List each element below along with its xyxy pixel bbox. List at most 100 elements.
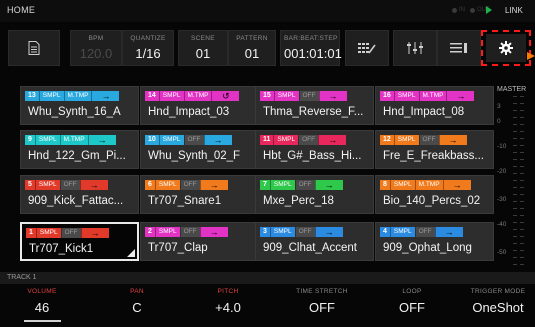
param-label: TRIGGER MODE bbox=[470, 288, 526, 295]
pad-sample-name: Hnd_Impact_03 bbox=[148, 106, 230, 118]
pad-number: 2 bbox=[145, 227, 155, 237]
scene-value: 01 bbox=[195, 46, 211, 61]
screen-title: HOME bbox=[7, 5, 36, 15]
bpm-field[interactable]: BPM 120.0 bbox=[70, 30, 122, 66]
playback-direction-icon: ↺ bbox=[211, 91, 240, 101]
pad-15[interactable]: 15 SMPL OFF → Thma_Reverse_F... bbox=[255, 86, 374, 125]
pad-mode-tag: OFF bbox=[294, 227, 315, 237]
pad-4[interactable]: 4 SMPL OFF → 909_Ophat_Long bbox=[375, 222, 494, 261]
param-trigger-mode[interactable]: TRIGGER MODE OneShot bbox=[463, 288, 533, 315]
pad-number: 4 bbox=[380, 227, 390, 237]
pad-9[interactable]: 9 SMPL M.TMP → Hnd_122_Gm_Pi... bbox=[20, 130, 139, 169]
param-volume[interactable]: VOLUME 46 bbox=[2, 288, 82, 315]
pad-11[interactable]: 11 SMPL OFF → Hbt_G#_Bass_Hi... bbox=[255, 130, 374, 169]
pad-number: 14 bbox=[145, 91, 159, 101]
quantize-value: 1/16 bbox=[135, 46, 161, 61]
pad-number: 7 bbox=[260, 180, 270, 190]
grid-edit-icon bbox=[358, 43, 376, 54]
pad-mode-tag: OFF bbox=[183, 135, 204, 145]
pad-sample-name: Hbt_G#_Bass_Hi... bbox=[263, 150, 362, 162]
pad-number: 11 bbox=[260, 135, 274, 145]
pad-type-tag: SMPL bbox=[269, 227, 295, 237]
param-pan[interactable]: PAN C bbox=[97, 288, 177, 315]
meter-tick: -20 bbox=[497, 168, 507, 175]
pad-1[interactable]: 1 SMPL OFF → Tr707_Kick1 bbox=[20, 222, 139, 261]
scene-label: SCENE bbox=[191, 35, 215, 42]
pad-7[interactable]: 7 SMPL OFF → Mxe_Perc_18 bbox=[255, 175, 374, 214]
track-label: TRACK 1 bbox=[7, 274, 37, 281]
pad-tags: 4 SMPL OFF → bbox=[380, 227, 463, 237]
midi-in-indicator-icon bbox=[452, 8, 457, 13]
browse-button[interactable] bbox=[8, 30, 60, 66]
file-icon bbox=[28, 41, 40, 55]
pad-number: 5 bbox=[25, 180, 35, 190]
pointer-arrow-icon bbox=[527, 52, 535, 60]
pad-10[interactable]: 10 SMPL OFF → Whu_Synth_02_F bbox=[140, 130, 259, 169]
quantize-field[interactable]: QUANTIZE 1/16 bbox=[122, 30, 174, 66]
top-bar: HOME IN OUT LINK bbox=[0, 0, 535, 22]
pad-sample-name: 909_Ophat_Long bbox=[383, 242, 472, 254]
param-loop[interactable]: LOOP OFF bbox=[372, 288, 452, 315]
position-label: BAR:BEAT:STEP bbox=[284, 35, 338, 42]
param-label: VOLUME bbox=[27, 288, 57, 295]
pad-mode-tag: OFF bbox=[298, 91, 319, 101]
param-value: +4.0 bbox=[215, 300, 241, 315]
pad-type-tag: SMPL bbox=[154, 180, 180, 190]
pad-type-tag: SMPL bbox=[35, 228, 61, 238]
pad-type-tag: SMPL bbox=[393, 135, 419, 145]
selected-corner-icon bbox=[127, 249, 135, 257]
position-field: BAR:BEAT:STEP 001:01:01 bbox=[280, 30, 342, 66]
pad-type-tag: SMPL bbox=[154, 227, 180, 237]
pad-tags: 2 SMPL OFF → bbox=[145, 227, 228, 237]
meter-tick: -50 bbox=[497, 249, 507, 256]
pad-tags: 1 SMPL OFF → bbox=[26, 228, 109, 238]
pad-number: 15 bbox=[260, 91, 274, 101]
param-pitch[interactable]: PITCH +4.0 bbox=[188, 288, 268, 315]
pad-type-tag: SMPL bbox=[273, 135, 299, 145]
pad-mode-tag: OFF bbox=[60, 228, 81, 238]
pad-6[interactable]: 6 SMPL OFF → Tr707_Snare1 bbox=[140, 175, 259, 214]
pad-sample-name: Thma_Reverse_F... bbox=[263, 106, 364, 118]
pad-type-tag: SMPL bbox=[389, 227, 415, 237]
meter-tick: -10 bbox=[497, 143, 507, 150]
pad-12[interactable]: 12 SMPL OFF → Fre_E_Freakbass... bbox=[375, 130, 494, 169]
pad-2[interactable]: 2 SMPL OFF → Tr707_Clap bbox=[140, 222, 259, 261]
link-label[interactable]: LINK bbox=[505, 6, 523, 15]
pad-3[interactable]: 3 SMPL OFF → 909_Clhat_Accent bbox=[255, 222, 374, 261]
pad-number: 3 bbox=[260, 227, 270, 237]
pad-number: 13 bbox=[25, 91, 39, 101]
pad-type-tag: SMPL bbox=[389, 180, 415, 190]
settings-button[interactable] bbox=[486, 34, 526, 62]
pad-13[interactable]: 13 SMPL M.TMP → Whu_Synth_16_A bbox=[20, 86, 139, 125]
pad-number: 8 bbox=[380, 180, 390, 190]
pad-sample-name: Tr707_Clap bbox=[148, 242, 208, 254]
track-bar bbox=[0, 272, 535, 284]
pad-5[interactable]: 5 SMPL OFF → 909_Kick_Fattac... bbox=[20, 175, 139, 214]
pattern-edit-button[interactable] bbox=[345, 30, 389, 66]
mixer-button[interactable] bbox=[393, 30, 437, 66]
pad-tags: 11 SMPL OFF → bbox=[260, 135, 347, 145]
param-label: LOOP bbox=[402, 288, 422, 295]
pad-sample-name: Whu_Synth_16_A bbox=[28, 106, 121, 118]
pad-tags: 9 SMPL M.TMP → bbox=[25, 135, 116, 145]
pad-type-tag: SMPL bbox=[269, 180, 295, 190]
scene-field[interactable]: SCENE 01 bbox=[178, 30, 228, 66]
track-list-button[interactable] bbox=[437, 30, 481, 66]
pad-mode-tag: M.TMP bbox=[414, 180, 443, 190]
pad-sample-name: Hnd_122_Gm_Pi... bbox=[28, 150, 126, 162]
pad-14[interactable]: 14 SMPL M.TMP ↺ Hnd_Impact_03 bbox=[140, 86, 259, 125]
pad-tags: 7 SMPL OFF → bbox=[260, 180, 343, 190]
pad-8[interactable]: 8 SMPL M.TMP → Bio_140_Percs_02 bbox=[375, 175, 494, 214]
pad-tags: 3 SMPL OFF → bbox=[260, 227, 343, 237]
pad-type-tag: SMPL bbox=[38, 91, 64, 101]
pad-type-tag: SMPL bbox=[158, 91, 184, 101]
param-time-stretch[interactable]: TIME STRETCH OFF bbox=[282, 288, 362, 315]
pad-tags: 8 SMPL M.TMP → bbox=[380, 180, 471, 190]
playback-direction-icon: → bbox=[203, 135, 232, 145]
midi-out-indicator-icon bbox=[470, 8, 475, 13]
pattern-field[interactable]: PATTERN 01 bbox=[228, 30, 276, 66]
pad-number: 12 bbox=[380, 135, 394, 145]
pad-16[interactable]: 16 SMPL M.TMP → Hnd_Impact_08 bbox=[375, 86, 494, 125]
pad-type-tag: SMPL bbox=[158, 135, 184, 145]
param-label: PITCH bbox=[217, 288, 239, 295]
